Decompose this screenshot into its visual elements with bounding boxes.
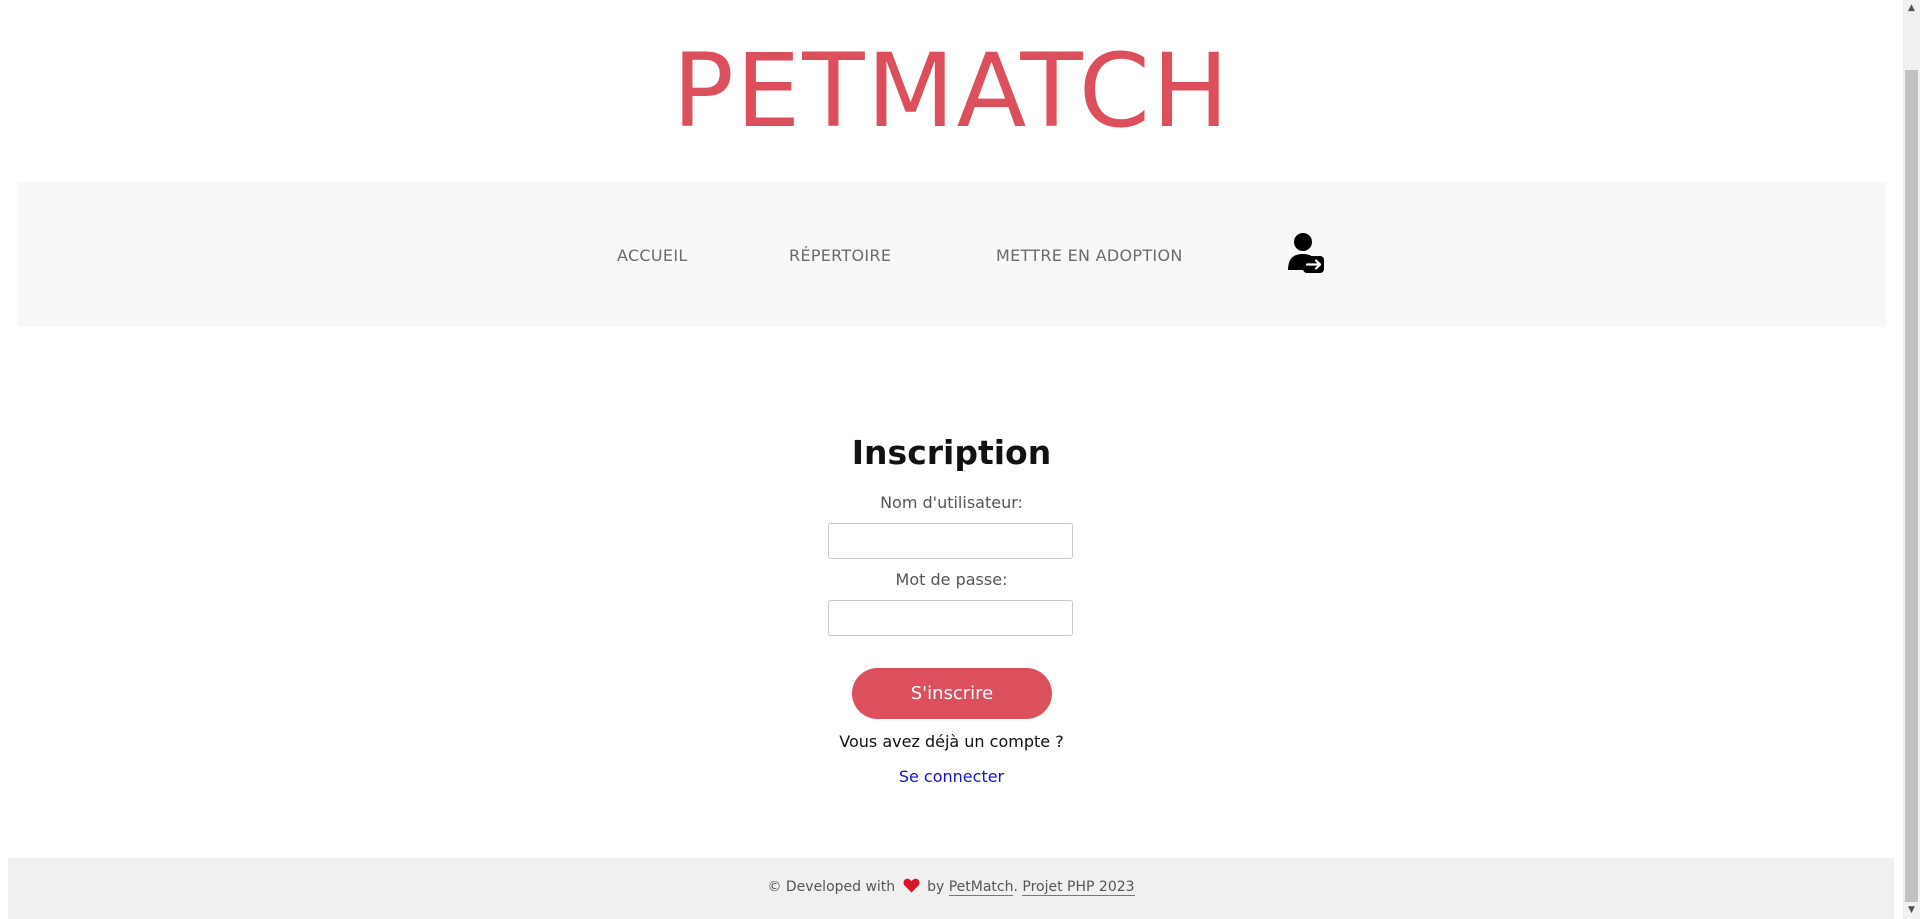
scrollbar-thumb[interactable] bbox=[1905, 70, 1918, 902]
nav-item-repertoire[interactable]: RÉPERTOIRE bbox=[789, 246, 891, 265]
main-navbar: ACCUEIL RÉPERTOIRE METTRE EN ADOPTION bbox=[17, 182, 1886, 327]
footer-by: by bbox=[927, 879, 945, 895]
login-link[interactable]: Se connecter bbox=[899, 767, 1004, 786]
password-field[interactable] bbox=[828, 600, 1073, 636]
page: PETMATCH ACCUEIL RÉPERTOIRE METTRE EN AD… bbox=[0, 0, 1920, 919]
user-login-icon[interactable] bbox=[1287, 232, 1325, 274]
heart-icon bbox=[903, 878, 920, 897]
nav-item-mettre-en-adoption[interactable]: METTRE EN ADOPTION bbox=[996, 246, 1183, 265]
scroll-down-arrow-icon[interactable]: ▼ bbox=[1903, 902, 1920, 919]
vertical-scrollbar[interactable]: ▲ ▼ bbox=[1903, 0, 1920, 919]
username-label: Nom d'utilisateur: bbox=[880, 493, 1023, 512]
footer: © Developed with by PetMatch. Projet PHP… bbox=[8, 858, 1894, 919]
password-label: Mot de passe: bbox=[895, 570, 1008, 589]
login-link-container: Se connecter bbox=[0, 767, 1903, 786]
footer-author-link[interactable]: PetMatch bbox=[948, 879, 1014, 896]
site-logo[interactable]: PETMATCH bbox=[0, 36, 1903, 148]
scroll-up-arrow-icon[interactable]: ▲ bbox=[1903, 0, 1920, 17]
nav-item-accueil[interactable]: ACCUEIL bbox=[617, 246, 688, 265]
existing-account-question: Vous avez déjà un compte ? bbox=[839, 732, 1064, 751]
footer-text: © Developed with by PetMatch. Projet PHP… bbox=[8, 878, 1894, 897]
signup-button[interactable]: S'inscrire bbox=[852, 668, 1052, 719]
footer-separator: . bbox=[1013, 879, 1018, 895]
page-title: Inscription bbox=[851, 433, 1052, 472]
username-field[interactable] bbox=[828, 523, 1073, 559]
footer-project-link[interactable]: Projet PHP 2023 bbox=[1022, 879, 1135, 896]
footer-prefix: © Developed with bbox=[767, 879, 896, 895]
